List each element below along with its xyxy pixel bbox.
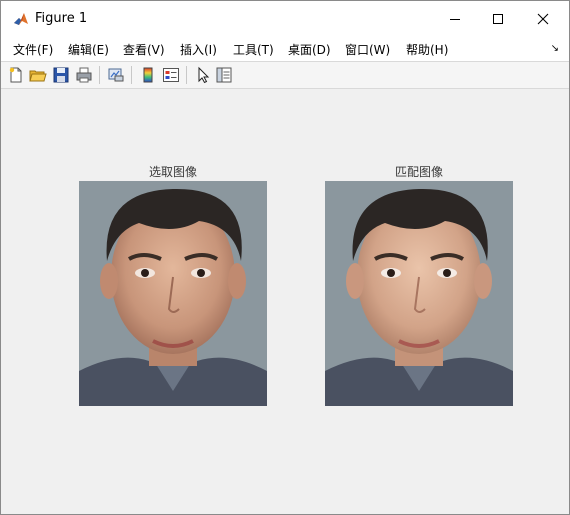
- menu-desktop[interactable]: 桌面(D): [288, 41, 331, 58]
- close-button[interactable]: [520, 1, 566, 37]
- toolbar-separator: [99, 66, 100, 84]
- link-plot-icon[interactable]: [107, 66, 125, 84]
- axes-1-title: 选取图像: [148, 165, 197, 179]
- minimize-icon: [450, 19, 460, 20]
- edit-plot-pointer-icon[interactable]: [194, 66, 212, 84]
- menu-view[interactable]: 查看(V): [123, 41, 165, 58]
- menu-bar: 文件(F) 编辑(E) 查看(V) 插入(I) 工具(T) 桌面(D) 窗口(W…: [1, 37, 569, 61]
- maximize-button[interactable]: [475, 1, 521, 37]
- toolbar-separator: [131, 66, 132, 84]
- save-icon[interactable]: [52, 66, 70, 84]
- title-bar[interactable]: Figure 1: [1, 1, 569, 37]
- face-photo-2: [325, 181, 513, 406]
- insert-legend-icon[interactable]: [162, 66, 180, 84]
- menu-edit[interactable]: 编辑(E): [68, 41, 109, 58]
- open-file-icon[interactable]: [29, 66, 47, 84]
- menu-help[interactable]: 帮助(H): [406, 41, 448, 58]
- menu-tools[interactable]: 工具(T): [233, 41, 274, 58]
- minimize-button[interactable]: [432, 1, 478, 37]
- menu-insert[interactable]: 插入(I): [180, 41, 217, 58]
- figure-window: Figure 1 文件(F) 编辑(E) 查看(V) 插入(I) 工具(T) 桌…: [0, 0, 570, 515]
- insert-colorbar-icon[interactable]: [139, 66, 157, 84]
- matched-face-image[interactable]: [325, 181, 513, 406]
- property-inspector-icon[interactable]: [215, 66, 233, 84]
- new-figure-icon[interactable]: [7, 66, 25, 84]
- close-icon: [537, 13, 549, 25]
- face-photo-1: [79, 181, 267, 406]
- figure-toolbar: [1, 61, 569, 89]
- maximize-icon: [493, 14, 503, 24]
- matlab-icon: [13, 11, 29, 27]
- menu-window[interactable]: 窗口(W): [345, 41, 390, 58]
- toolbar-separator: [186, 66, 187, 84]
- menu-file[interactable]: 文件(F): [13, 41, 53, 58]
- axes-2-title: 匹配图像: [394, 165, 443, 179]
- menu-overflow-arrow-icon[interactable]: ↘: [551, 43, 559, 54]
- selected-face-image[interactable]: [79, 181, 267, 406]
- window-title: Figure 1: [35, 11, 88, 26]
- print-icon[interactable]: [75, 66, 93, 84]
